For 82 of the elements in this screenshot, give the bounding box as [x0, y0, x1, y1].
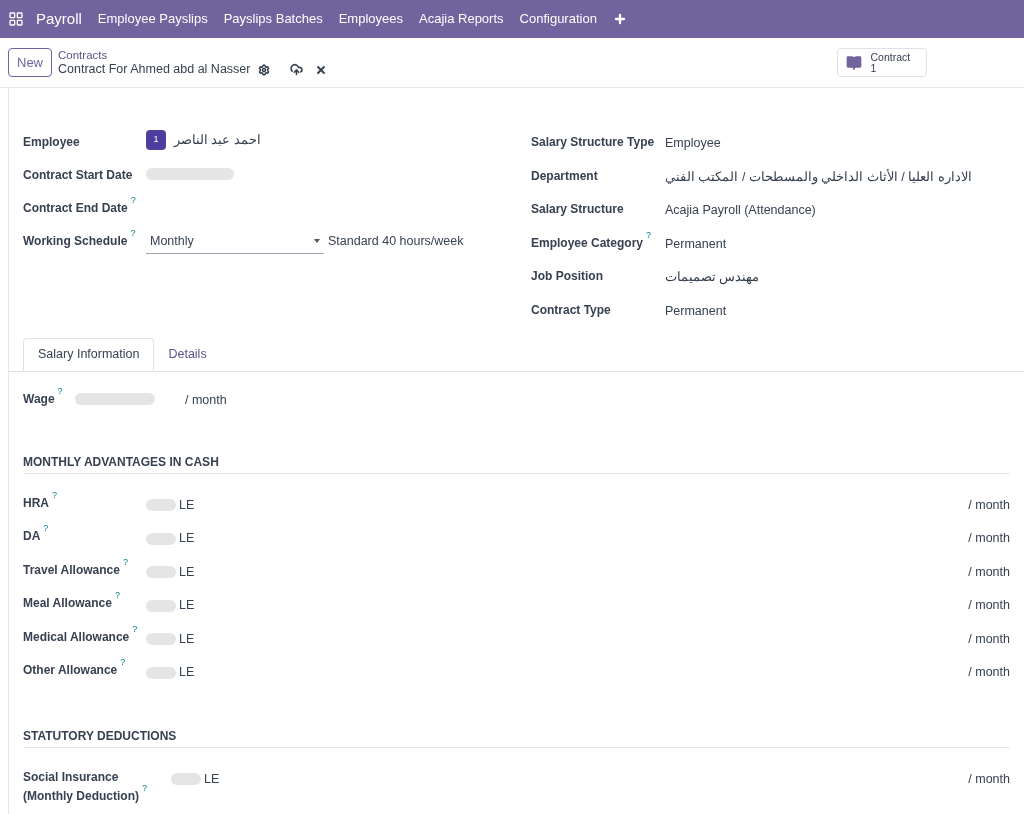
employee-avatar: 1: [146, 130, 166, 150]
field-value: Permanent: [665, 235, 727, 253]
settings-icon[interactable]: [258, 63, 271, 76]
field-label: Employee Category: [531, 234, 644, 252]
currency-label: LE: [179, 496, 195, 514]
field-label: Medical Allowance: [23, 629, 130, 644]
redaction-mark: [146, 499, 176, 512]
help-icon[interactable]: ?: [122, 557, 128, 567]
schedule-hours: Standard 40 hours/week: [328, 233, 464, 250]
field-label: HRA: [23, 495, 49, 510]
field-label: Salary Structure: [531, 201, 624, 218]
menu-item[interactable]: Payslips Batches: [223, 9, 323, 29]
redaction-mark: [171, 773, 201, 786]
period-unit: / month: [968, 770, 1010, 788]
caret-icon: [314, 239, 320, 244]
field-label: Contract Start Date: [23, 167, 133, 184]
wage-unit: / month: [185, 392, 227, 409]
field-label: Wage: [23, 391, 55, 409]
help-icon[interactable]: ?: [130, 196, 136, 205]
period-unit: / month: [968, 530, 1010, 548]
apps-menu-icon[interactable]: [8, 11, 24, 27]
redaction-mark: [146, 566, 176, 579]
currency-label: LE: [204, 770, 220, 788]
period-unit: / month: [968, 597, 1010, 615]
book-icon: [846, 54, 863, 71]
add-icon[interactable]: [612, 12, 627, 26]
help-icon[interactable]: ?: [132, 624, 138, 634]
schedule-select[interactable]: Monthly: [146, 232, 324, 254]
help-icon[interactable]: ?: [130, 229, 136, 238]
help-icon[interactable]: ?: [57, 387, 63, 397]
help-icon[interactable]: ?: [120, 658, 126, 668]
field-label: Other Allowance: [23, 663, 118, 678]
field-label: Contract Type: [531, 301, 611, 319]
field-value: Employee: [665, 135, 721, 152]
field-value: Permanent: [665, 302, 727, 320]
help-icon[interactable]: ?: [114, 591, 120, 601]
new-button[interactable]: New: [8, 47, 52, 78]
field-label: Working Schedule: [23, 233, 128, 250]
field-label: Contract End Date: [23, 200, 128, 217]
form-tab[interactable]: Salary Information: [23, 338, 155, 371]
currency-label: LE: [179, 630, 195, 648]
field-value: احمد عبد الناصر: [174, 131, 261, 149]
field-label: Social Insurance (Monthly Deduction): [23, 769, 139, 803]
menu-item[interactable]: Employee Payslips: [97, 9, 208, 29]
record-title: Contract For Ahmed abd al Nasser: [58, 61, 251, 78]
field-value: الاداره العليا / الأثاث الداخلي والمسطحات / المكتب الفني: [665, 168, 972, 187]
period-unit: / month: [968, 664, 1010, 682]
app-name[interactable]: Payroll: [36, 7, 82, 31]
field-value: مهندس تصميمات: [665, 269, 760, 287]
help-icon[interactable]: ?: [646, 230, 652, 240]
currency-label: LE: [179, 530, 195, 548]
period-unit: / month: [968, 496, 1010, 514]
field-label: Travel Allowance: [23, 562, 120, 577]
breadcrumb-link[interactable]: Contracts: [58, 47, 328, 62]
menu-item[interactable]: Acajia Reports: [419, 9, 504, 29]
help-icon[interactable]: ?: [52, 490, 57, 500]
form-tab[interactable]: Details: [154, 338, 221, 371]
contract-smart-button[interactable]: Contract 1: [837, 48, 928, 77]
redaction-mark: [146, 633, 176, 646]
help-icon[interactable]: ?: [142, 783, 147, 793]
redaction-mark: [146, 532, 176, 545]
period-unit: / month: [968, 630, 1010, 648]
menu-item[interactable]: Configuration: [519, 9, 597, 29]
field-label: Salary Structure Type: [531, 134, 655, 151]
menu-item[interactable]: Employees: [338, 9, 403, 29]
section-heading: MONTHLY ADVANTAGES IN CASH: [23, 452, 1010, 474]
currency-label: LE: [179, 597, 195, 615]
field-label: Meal Allowance: [23, 596, 112, 611]
field-label: Employee: [23, 134, 80, 151]
currency-label: LE: [179, 664, 195, 682]
currency-label: LE: [179, 563, 195, 581]
period-unit: / month: [968, 563, 1010, 581]
save-icon[interactable]: [290, 63, 304, 77]
section-heading: STATUTORY DEDUCTIONS: [23, 726, 1010, 748]
help-icon[interactable]: ?: [43, 524, 49, 534]
redaction-mark: [146, 599, 176, 612]
field-value: Acajia Payroll (Attendance): [665, 202, 816, 219]
redaction-mark: [146, 666, 176, 679]
field-label: DA: [23, 529, 41, 544]
close-icon[interactable]: [315, 63, 328, 76]
field-label: Job Position: [531, 268, 603, 285]
field-label: Department: [531, 167, 598, 185]
